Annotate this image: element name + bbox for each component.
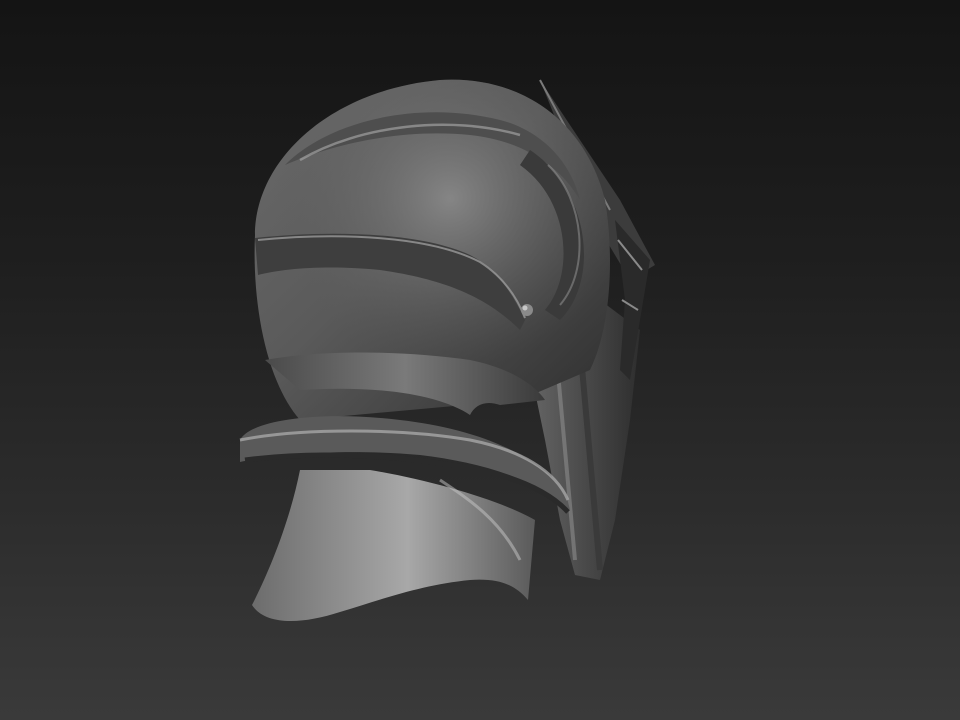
- helmet-render: [239, 79, 655, 622]
- neck-bust: [252, 470, 535, 622]
- rivet: [521, 304, 533, 316]
- 3d-viewport[interactable]: [0, 0, 960, 720]
